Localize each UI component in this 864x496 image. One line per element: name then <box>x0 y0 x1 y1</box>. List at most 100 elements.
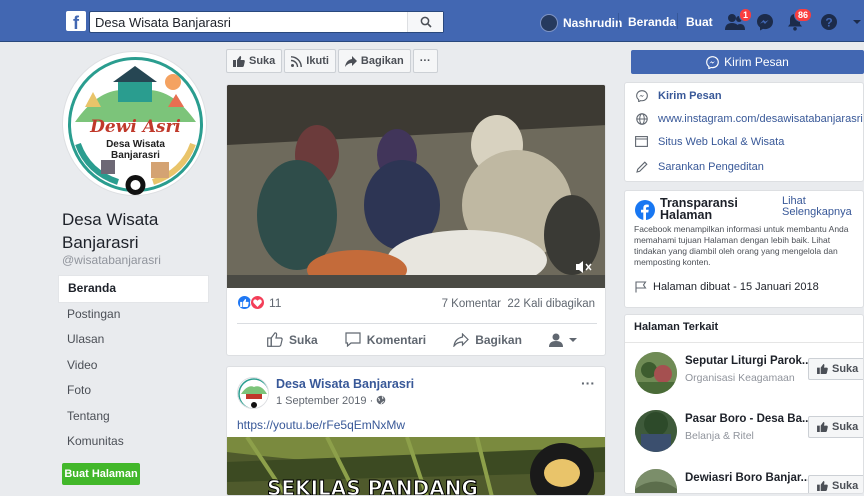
comment-post-label: Komentari <box>366 332 427 347</box>
send-message-button[interactable]: Kirim Pesan <box>631 50 864 74</box>
facebook-circle-icon <box>635 200 655 220</box>
more-options-button[interactable]: ··· <box>412 49 438 73</box>
nav-item-postingan[interactable]: Postingan <box>59 302 208 328</box>
send-message-label: Kirim Pesan <box>724 55 789 69</box>
related-page-avatar <box>635 352 677 394</box>
flag-icon <box>635 281 647 293</box>
create-page-button[interactable]: Buat Halaman <box>62 463 140 485</box>
nav-item-komunitas[interactable]: Komunitas <box>59 429 208 455</box>
logo-text-3: Banjarasri <box>111 150 160 161</box>
nav-item-tentang[interactable]: Tentang <box>59 404 208 430</box>
notifications-button[interactable]: 86 <box>784 8 812 33</box>
nav-item-ulasan[interactable]: Ulasan <box>59 327 208 353</box>
post-actions: Suka Komentari Bagikan <box>237 323 597 355</box>
about-row-suggest-edit[interactable]: Sarankan Pengeditan <box>635 160 764 173</box>
caret-down-icon <box>569 337 577 342</box>
more-icon: ··· <box>419 55 431 67</box>
mute-icon[interactable] <box>575 260 593 274</box>
messenger-icon <box>757 14 773 31</box>
page-created-label: Halaman dibuat - 15 Januari 2018 <box>653 281 819 293</box>
page-title: Desa Wisata Banjarasri <box>62 210 159 252</box>
related-page-category: Belanja & Ritel <box>685 430 754 442</box>
related-page-like-button[interactable]: Suka <box>808 416 863 438</box>
post-link[interactable]: https://youtu.be/rFe5qEmNxMw <box>237 418 405 432</box>
thumbs-up-icon <box>817 422 828 432</box>
related-page-item[interactable]: Pasar Boro - Desa Ba... Belanja & Ritel … <box>635 410 863 454</box>
user-name: Nashrudin <box>563 16 623 30</box>
page-username[interactable]: @wisatabanjarasri <box>62 253 161 267</box>
facebook-logo-icon[interactable]: f <box>66 11 86 31</box>
related-page-item[interactable]: Dewiasri Boro Banjar... Suka <box>635 469 863 493</box>
home-link[interactable]: Beranda <box>628 15 676 29</box>
nav-item-video[interactable]: Video <box>59 353 208 379</box>
related-page-category: Organisasi Keagamaan <box>685 372 795 384</box>
logo-text-1: Dewi Asri <box>89 117 181 137</box>
website-icon <box>635 135 648 148</box>
follow-page-label: Ikuti <box>306 55 329 67</box>
about-card: Kirim Pesan www.instagram.com/desawisata… <box>624 82 864 182</box>
related-page-name: Seputar Liturgi Parok... <box>685 355 812 367</box>
pencil-icon <box>635 160 648 173</box>
help-button[interactable]: ? <box>818 11 840 33</box>
related-page-like-button[interactable]: Suka <box>808 475 863 493</box>
share-page-button[interactable]: Bagikan <box>337 49 411 73</box>
about-category-label: Situs Web Lokal & Wisata <box>658 135 785 148</box>
post-timestamp[interactable]: 1 September 2019 · <box>276 395 386 407</box>
comment-post-button[interactable]: Komentari <box>345 332 426 347</box>
friend-requests-button[interactable]: 1 <box>724 8 752 33</box>
post-author-name[interactable]: Desa Wisata Banjarasri <box>276 377 414 391</box>
logo-text-2: Desa Wisata <box>106 139 165 150</box>
page-profile-picture[interactable]: Dewi Asri Desa Wisata Banjarasri <box>62 51 207 196</box>
rss-icon <box>291 55 303 67</box>
messenger-button[interactable] <box>754 11 776 33</box>
caret-down-icon <box>853 20 861 24</box>
search-input[interactable] <box>90 12 408 32</box>
related-page-like-button[interactable]: Suka <box>808 358 863 380</box>
video-player[interactable] <box>227 85 605 288</box>
reaction-summary[interactable]: 11 <box>237 295 281 310</box>
share-page-label: Bagikan <box>360 55 404 67</box>
thumbnail-title: SEKILAS PANDANG <box>267 476 478 496</box>
svg-text:?: ? <box>825 16 832 30</box>
about-row-category[interactable]: Situs Web Lokal & Wisata <box>635 135 784 148</box>
comment-count[interactable]: 7 Komentar <box>442 298 501 310</box>
transparency-see-more-link[interactable]: Lihat Selengkapnya <box>782 196 862 218</box>
post-options-button[interactable]: ··· <box>581 375 595 391</box>
friends-badge: 1 <box>738 8 752 22</box>
page-nav: Beranda Postingan Ulasan Video Foto Tent… <box>59 276 208 455</box>
top-navigation-bar: f Nashrudin Beranda Buat 1 86 ? <box>0 0 864 42</box>
like-page-button[interactable]: Suka <box>226 49 283 73</box>
video-post: 11 7 Komentar 22 Kali dibagikan Suka Kom… <box>226 84 606 356</box>
like-post-button[interactable]: Suka <box>267 332 318 347</box>
about-website-label: www.instagram.com/desawisatabanjarasri.d… <box>658 112 864 125</box>
like-label: Suka <box>832 421 859 433</box>
profile-link[interactable]: Nashrudin <box>540 14 622 32</box>
reaction-count: 11 <box>269 295 282 310</box>
divider <box>618 13 619 29</box>
account-menu-button[interactable] <box>846 11 864 33</box>
love-reaction-icon <box>250 295 265 310</box>
related-page-item[interactable]: Seputar Liturgi Parok... Organisasi Keag… <box>635 352 863 396</box>
related-pages-card: Halaman Terkait Seputar Liturgi Parok...… <box>624 314 864 494</box>
related-pages-title: Halaman Terkait <box>634 321 719 333</box>
about-row-message[interactable]: Kirim Pesan <box>635 89 722 102</box>
video-frame-image <box>227 85 605 288</box>
nav-item-foto[interactable]: Foto <box>59 378 208 404</box>
post-as-selector[interactable] <box>549 333 577 347</box>
thumbs-up-icon <box>233 55 245 67</box>
share-post-button[interactable]: Bagikan <box>453 332 522 347</box>
page-logo-icon: Dewi Asri Desa Wisata Banjarasri <box>68 57 203 195</box>
share-arrow-icon <box>453 332 470 347</box>
create-link[interactable]: Buat <box>686 15 713 29</box>
messenger-icon <box>635 89 648 102</box>
nav-item-beranda[interactable]: Beranda <box>59 276 208 302</box>
share-count[interactable]: 22 Kali dibagikan <box>507 298 595 310</box>
post-author-avatar[interactable] <box>237 377 269 409</box>
globe-icon <box>376 395 386 405</box>
divider <box>625 342 863 343</box>
link-preview-image[interactable]: SEKILAS PANDANG <box>227 437 605 496</box>
follow-page-button[interactable]: Ikuti <box>284 49 336 73</box>
about-row-website[interactable]: www.instagram.com/desawisatabanjarasri.d… <box>635 112 864 125</box>
like-label: Suka <box>832 363 859 375</box>
search-button[interactable] <box>407 12 443 32</box>
